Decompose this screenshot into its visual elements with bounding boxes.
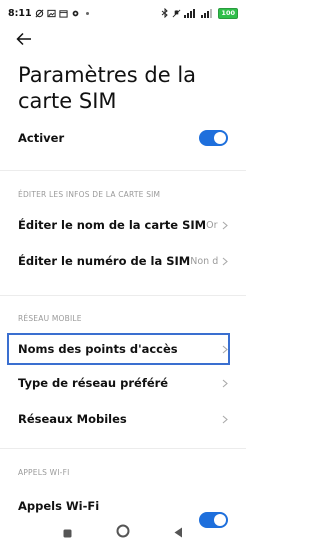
focus-highlight <box>7 333 230 365</box>
section-header-wifi-calls: APPELS WI-FI <box>18 468 70 477</box>
divider <box>0 170 246 171</box>
chevron-right-icon <box>222 415 228 424</box>
edit-sim-number-label: Éditer le numéro de la SIM <box>18 254 191 268</box>
sim-name-value: Orange F <box>206 219 218 231</box>
wifi-calls-label: Appels Wi-Fi <box>18 499 100 513</box>
mute-icon <box>172 9 181 18</box>
home-button[interactable] <box>116 523 130 542</box>
signal-icon <box>184 8 198 18</box>
back-button[interactable] <box>12 28 36 50</box>
divider <box>0 448 246 449</box>
calendar-icon <box>59 9 68 18</box>
mobile-networks-label: Réseaux Mobiles <box>18 412 127 426</box>
arrow-left-icon <box>16 32 31 46</box>
section-header-edit-sim: ÉDITER LES INFOS DE LA CARTE SIM <box>18 190 161 199</box>
back-nav-button[interactable] <box>174 523 183 542</box>
bluetooth-icon <box>160 8 169 18</box>
square-icon <box>63 529 72 537</box>
notification-off-icon <box>35 9 44 18</box>
divider <box>0 295 246 296</box>
image-icon <box>47 9 56 18</box>
signal-icon-2 <box>201 8 215 18</box>
chevron-right-icon <box>222 221 228 230</box>
chevron-right-icon <box>222 379 228 388</box>
triangle-back-icon <box>174 527 182 537</box>
section-header-mobile-network: RÉSEAU MOBILE <box>18 314 82 323</box>
activate-row[interactable]: Activer <box>0 120 246 156</box>
settings-icon <box>71 9 80 18</box>
status-time: 8:11 <box>8 7 32 19</box>
battery-indicator: 100 <box>218 7 238 19</box>
status-left: 8:11 <box>8 8 92 19</box>
navigation-bar <box>0 518 246 546</box>
chevron-right-icon <box>222 257 228 266</box>
circle-icon <box>116 524 130 537</box>
sim-number-value: Non défini <box>190 255 218 267</box>
status-right: 100 <box>160 7 238 19</box>
activate-label: Activer <box>18 131 65 145</box>
page-title: Paramètres de la carte SIM <box>18 63 197 113</box>
edit-sim-name-row[interactable]: Éditer le nom de la carte SIM Orange F <box>0 207 246 243</box>
edit-sim-number-row[interactable]: Éditer le numéro de la SIM Non défini <box>0 243 246 279</box>
mobile-networks-row[interactable]: Réseaux Mobiles <box>0 401 246 437</box>
preferred-network-type-row[interactable]: Type de réseau préféré <box>0 365 246 401</box>
recent-apps-button[interactable] <box>63 523 72 542</box>
edit-sim-name-label: Éditer le nom de la carte SIM <box>18 218 207 232</box>
preferred-network-type-label: Type de réseau préféré <box>18 376 169 390</box>
more-notifications-icon <box>83 9 92 18</box>
status-bar: 8:11 100 <box>0 0 246 26</box>
activate-toggle[interactable] <box>199 130 228 146</box>
toggle-knob <box>214 132 226 144</box>
